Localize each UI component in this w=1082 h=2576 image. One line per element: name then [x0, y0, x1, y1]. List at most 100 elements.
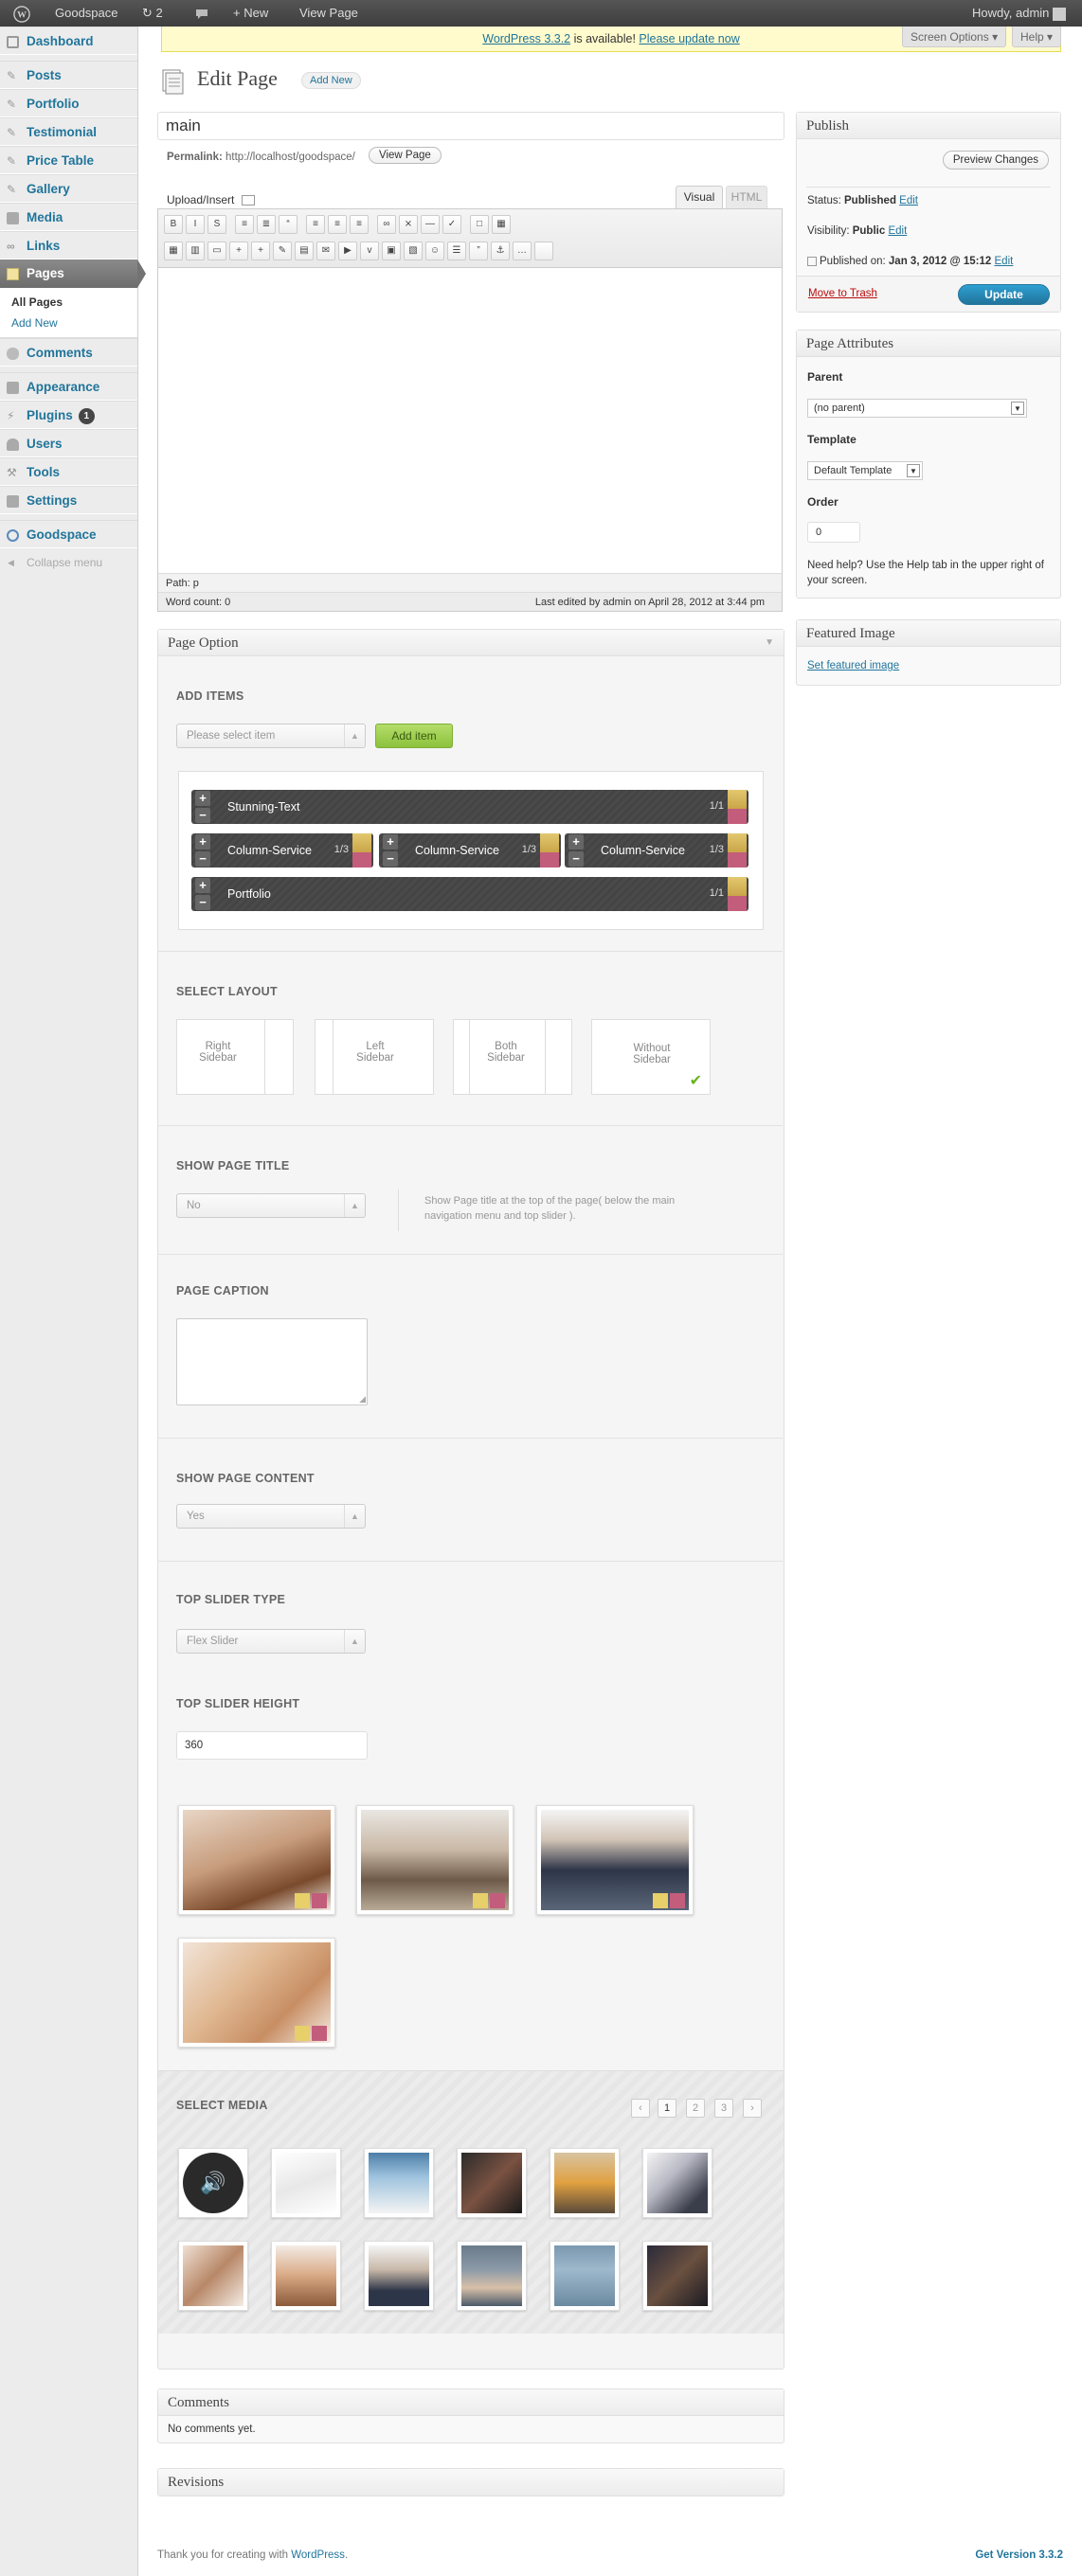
show-page-title-select[interactable]: No ▲	[176, 1193, 366, 1218]
status-edit-link[interactable]: Edit	[899, 195, 918, 206]
site-name-link[interactable]: Goodspace	[45, 0, 128, 27]
person-icon[interactable]: ☺	[425, 242, 444, 260]
shrink-minus-icon[interactable]: −	[195, 851, 210, 867]
more-tag-icon[interactable]: —	[421, 215, 440, 234]
media-item[interactable]	[550, 2148, 620, 2218]
delete-icon[interactable]	[728, 852, 747, 868]
view-page-link[interactable]: View Page	[290, 0, 368, 27]
builder-item[interactable]: + − Portfolio 1/1	[191, 877, 748, 911]
wordpress-logo-icon[interactable]: W	[4, 0, 40, 27]
edit-pencil-icon[interactable]	[653, 1893, 668, 1908]
numbered-list-icon[interactable]: ≣	[257, 215, 276, 234]
add-new-page-button[interactable]: Add New	[301, 72, 361, 89]
menu-appearance[interactable]: Appearance	[0, 372, 137, 401]
media-item[interactable]	[271, 2148, 341, 2218]
menu-portfolio[interactable]: ✎ Portfolio	[0, 89, 137, 117]
editor-content-area[interactable]	[158, 268, 782, 573]
builder-item[interactable]: + − Stunning-Text 1/1	[191, 790, 748, 824]
message-icon[interactable]: ✉	[316, 242, 335, 260]
media-item[interactable]: 🔊	[178, 2148, 248, 2218]
edit-pencil-icon[interactable]	[352, 833, 371, 852]
expand-plus-icon[interactable]: +	[195, 791, 210, 806]
screen-options-button[interactable]: Screen Options ▾	[902, 27, 1007, 47]
align-center-icon[interactable]: ≡	[328, 215, 347, 234]
menu-tools[interactable]: ⚒ Tools	[0, 457, 137, 486]
media-item[interactable]	[550, 2241, 620, 2311]
resize-handle-icon[interactable]: ◢	[359, 1394, 366, 1404]
menu-links[interactable]: ∞ Links	[0, 231, 137, 259]
anchor-icon[interactable]: ⚓	[491, 242, 510, 260]
page-3-button[interactable]: 3	[714, 2099, 733, 2118]
image-icon[interactable]: ▣	[382, 242, 401, 260]
shrink-minus-icon[interactable]: −	[568, 851, 584, 867]
slider-image[interactable]	[356, 1805, 514, 1915]
revisions-box[interactable]: Revisions	[157, 2468, 784, 2496]
layout-right-sidebar[interactable]: Right Sidebar	[176, 1019, 294, 1095]
strikethrough-icon[interactable]: S	[207, 215, 226, 234]
media-item[interactable]	[364, 2148, 434, 2218]
parent-select[interactable]: (no parent) ▼	[807, 399, 1027, 418]
bullet-list-icon[interactable]: ≡	[235, 215, 254, 234]
expand-plus-icon[interactable]: +	[195, 878, 210, 893]
delete-icon[interactable]	[352, 852, 371, 868]
help-button[interactable]: Help ▾	[1012, 27, 1062, 47]
menu-plugins[interactable]: ⚡ Plugins 1	[0, 401, 137, 429]
delete-icon[interactable]	[728, 809, 747, 824]
update-now-link[interactable]: Please update now	[639, 32, 739, 45]
howdy-link[interactable]: Howdy, admin	[963, 0, 1075, 27]
blockquote-icon[interactable]: “	[279, 215, 298, 234]
edit-pencil-icon[interactable]	[295, 1893, 310, 1908]
prev-page-button[interactable]: ‹	[631, 2099, 650, 2118]
tab-visual[interactable]: Visual	[676, 186, 723, 208]
layout-left-sidebar[interactable]: Left Sidebar	[315, 1019, 434, 1095]
add-item-button[interactable]: Add item	[375, 724, 453, 748]
visibility-edit-link[interactable]: Edit	[888, 225, 907, 237]
new-content-link[interactable]: + New	[224, 0, 278, 27]
youtube-icon[interactable]: ▶	[338, 242, 357, 260]
menu-posts[interactable]: ✎ Posts	[0, 61, 137, 89]
page-caption-textarea[interactable]: ◢	[176, 1318, 368, 1405]
menu-gallery[interactable]: ✎ Gallery	[0, 174, 137, 203]
delete-icon[interactable]	[728, 896, 747, 911]
template-select[interactable]: Default Template ▼	[807, 461, 923, 480]
menu-testimonial[interactable]: ✎ Testimonial	[0, 117, 137, 146]
media-item[interactable]	[457, 2148, 527, 2218]
spellcheck-icon[interactable]: ✓	[442, 215, 461, 234]
update-version-link[interactable]: WordPress 3.3.2	[482, 32, 570, 45]
delete-icon[interactable]	[312, 2026, 327, 2041]
page-2-button[interactable]: 2	[686, 2099, 705, 2118]
builder-item[interactable]: + − Column-Service 1/3	[191, 833, 373, 868]
expand-plus-icon[interactable]: +	[568, 834, 584, 850]
unlink-icon[interactable]: ⨯	[399, 215, 418, 234]
delete-icon[interactable]	[490, 1893, 505, 1908]
collapse-menu-button[interactable]: ◀ Collapse menu	[0, 548, 137, 577]
menu-media[interactable]: Media	[0, 203, 137, 231]
updates-link[interactable]: ↻ 2	[133, 0, 172, 27]
menu-dashboard[interactable]: Dashboard	[0, 27, 137, 55]
media-item[interactable]	[271, 2241, 341, 2311]
show-page-content-select[interactable]: Yes ▲	[176, 1504, 366, 1529]
order-input[interactable]: 0	[807, 522, 860, 543]
published-edit-link[interactable]: Edit	[995, 256, 1014, 267]
edit-pencil-icon[interactable]	[728, 877, 747, 896]
menu-comments[interactable]: Comments	[0, 338, 137, 367]
page-option-header[interactable]: Page Option ▼	[158, 630, 784, 656]
expand-plus-icon[interactable]: +	[383, 834, 398, 850]
menu-users[interactable]: Users	[0, 429, 137, 457]
layout-both-sidebar[interactable]: Both Sidebar	[453, 1019, 572, 1095]
top-slider-height-input[interactable]: 360	[176, 1731, 368, 1760]
update-button[interactable]: Update	[958, 284, 1050, 305]
note-icon[interactable]: ✎	[273, 242, 292, 260]
italic-icon[interactable]: I	[186, 215, 205, 234]
menu-settings[interactable]: Settings	[0, 486, 137, 514]
layout-without-sidebar[interactable]: Without Sidebar ✔	[591, 1019, 711, 1095]
bold-icon[interactable]: B	[164, 215, 183, 234]
media-item[interactable]	[642, 2241, 712, 2311]
shrink-minus-icon[interactable]: −	[383, 851, 398, 867]
next-page-button[interactable]: ›	[743, 2099, 762, 2118]
move-to-trash-link[interactable]: Move to Trash	[808, 288, 877, 299]
shrink-minus-icon[interactable]: −	[195, 895, 210, 910]
media-item[interactable]	[364, 2241, 434, 2311]
set-featured-image-link[interactable]: Set featured image	[807, 660, 899, 671]
dots-icon[interactable]: …	[513, 242, 532, 260]
